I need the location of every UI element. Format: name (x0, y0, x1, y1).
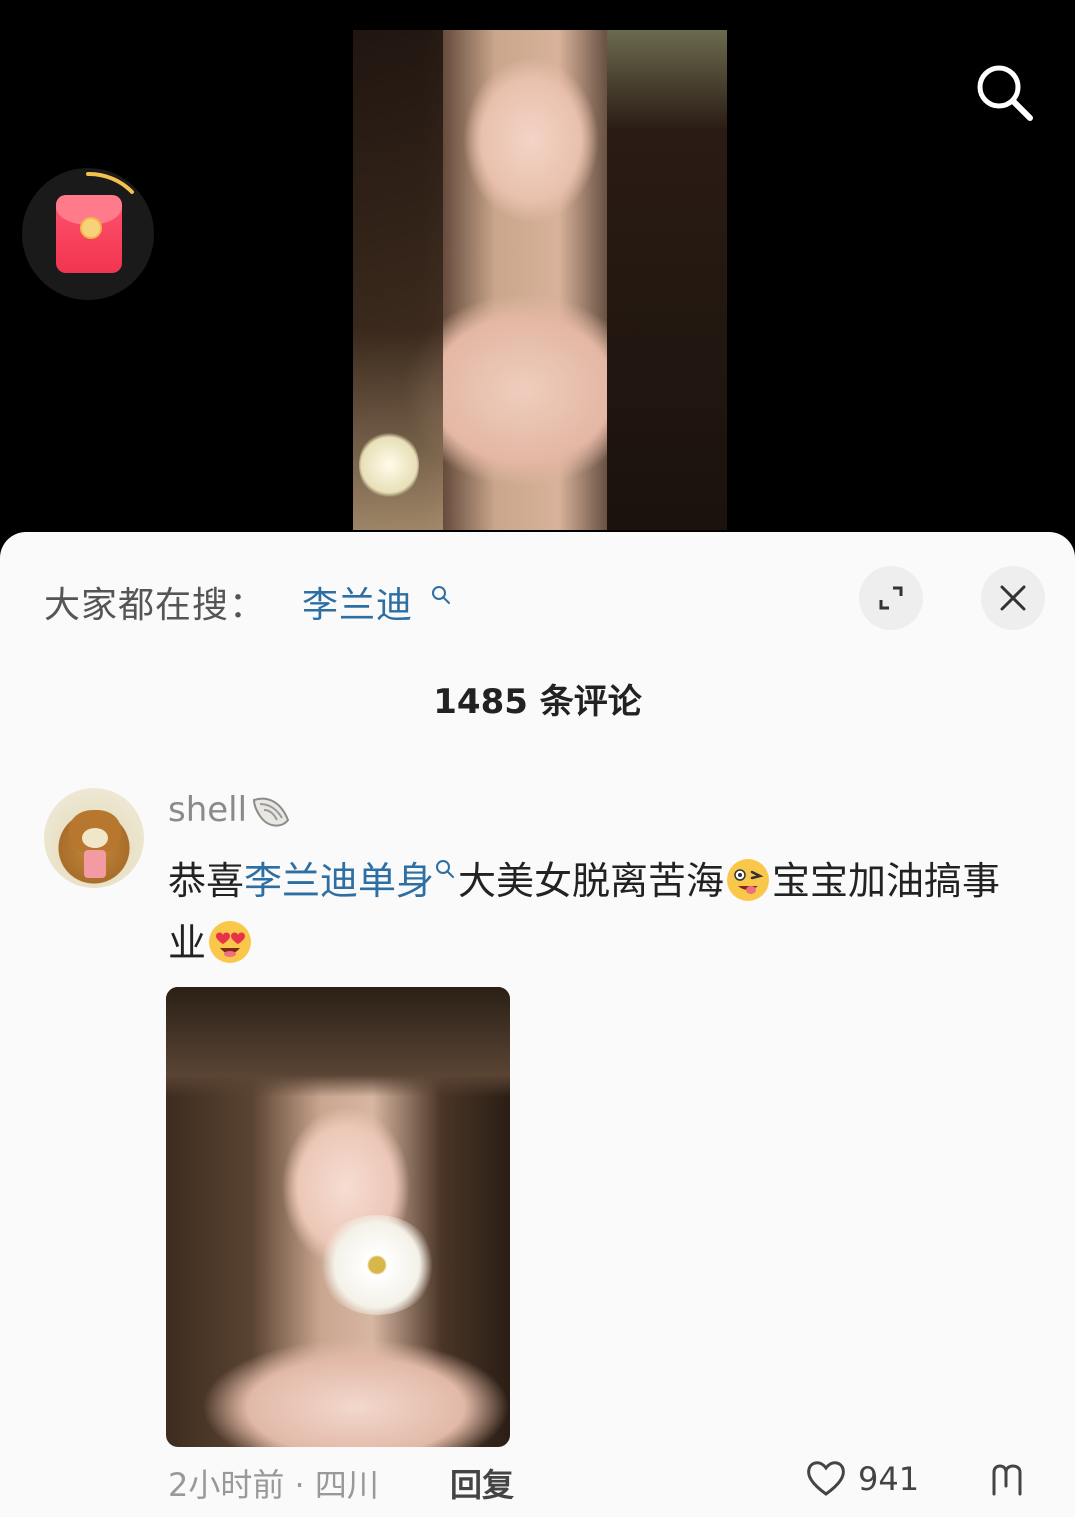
expand-button[interactable] (859, 566, 923, 630)
video-player[interactable] (0, 0, 1075, 540)
search-small-icon (436, 860, 455, 879)
comment-attached-image[interactable] (166, 987, 510, 1447)
hot-search-label: 大家都在搜： (44, 585, 267, 626)
expand-icon (879, 586, 903, 610)
avatar-cup (84, 850, 106, 878)
red-packet-button[interactable] (22, 168, 154, 300)
comment-image-region (318, 1215, 436, 1315)
red-packet-icon (56, 195, 122, 273)
comment-username[interactable]: shell (168, 790, 247, 830)
reply-button[interactable]: 回复 (450, 1460, 514, 1506)
coin-icon (80, 217, 102, 239)
heart-eyes-emoji-icon (209, 920, 252, 963)
heart-icon[interactable] (804, 1456, 848, 1500)
video-image-region (359, 430, 419, 500)
comment-time: 2小时前 (168, 1466, 285, 1504)
comment-meta: 2小时前 · 四川 (168, 1460, 379, 1506)
avatar-bear-snout (82, 828, 108, 848)
close-button[interactable] (981, 566, 1045, 630)
comment-keyword-link[interactable]: 李兰迪单身 (244, 859, 434, 903)
comment-text: 恭喜李兰迪单身 大美女脱离苦海 宝宝加油搞事业 (168, 850, 1028, 974)
meta-separator: · (284, 1466, 315, 1504)
comment-sheet: 大家都在搜： 李兰迪 1485 条评论 shell 恭喜李兰迪单身 大美女脱离苦海… (0, 532, 1075, 1517)
video-frame[interactable] (353, 30, 727, 530)
comment-text-prefix: 恭喜 (168, 859, 245, 903)
video-image-region (607, 30, 727, 530)
comment-text-mid: 大美女脱离苦海 (458, 859, 725, 903)
avatar[interactable] (44, 788, 144, 888)
like-count: 941 (858, 1460, 920, 1498)
shell-icon (252, 797, 290, 827)
comment-image-region (166, 987, 510, 1097)
dislike-icon[interactable] (986, 1456, 1034, 1500)
search-small-icon (432, 586, 450, 604)
comment-location: 四川 (314, 1466, 379, 1504)
hot-search-term[interactable]: 李兰迪 (302, 576, 413, 628)
wink-tongue-emoji-icon (727, 858, 770, 901)
close-icon (1000, 585, 1026, 611)
comment-count: 1485 条评论 (433, 682, 642, 722)
search-icon[interactable] (972, 60, 1036, 124)
